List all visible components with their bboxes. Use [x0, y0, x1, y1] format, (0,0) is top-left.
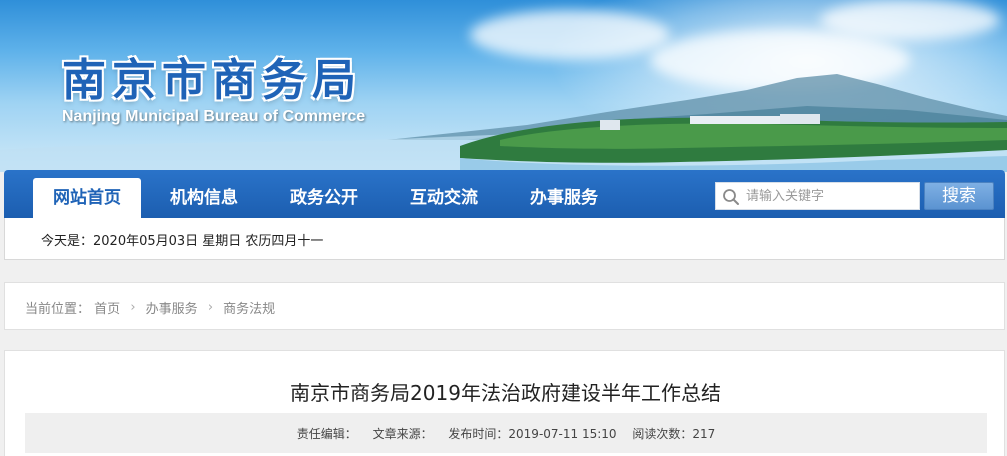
- nav-item-government-affairs[interactable]: 政务公开: [274, 178, 374, 218]
- search-box: [715, 182, 920, 210]
- site-banner: 南京市商务局 Nanjing Municipal Bureau of Comme…: [0, 0, 1007, 172]
- site-title-english: Nanjing Municipal Bureau of Commerce: [62, 108, 366, 125]
- date-bar: 今天是：2020年05月03日 星期日 农历四月十一: [4, 218, 1005, 260]
- search-input[interactable]: [746, 183, 916, 209]
- article-source: 文章来源：: [372, 427, 433, 441]
- search-button[interactable]: 搜索: [924, 182, 994, 210]
- site-title-chinese: 南京市商务局: [62, 55, 362, 106]
- cloud: [470, 10, 670, 60]
- nav-item-home[interactable]: 网站首页: [33, 178, 141, 218]
- cloud: [820, 0, 1000, 40]
- breadcrumb-commerce-regulations[interactable]: 商务法规: [223, 298, 275, 317]
- nav-item-services[interactable]: 办事服务: [514, 178, 614, 218]
- breadcrumb-prefix: 当前位置：: [25, 302, 91, 317]
- article-editor: 责任编辑：: [296, 427, 357, 441]
- search-icon: [723, 189, 739, 205]
- current-date: 今天是：2020年05月03日 星期日 农历四月十一: [41, 234, 324, 249]
- article-title: 南京市商务局2019年法治政府建设半年工作总结: [290, 381, 721, 405]
- main-nav: 网站首页 机构信息 政务公开 互动交流 办事服务 搜索: [4, 170, 1005, 218]
- nav-item-interaction[interactable]: 互动交流: [394, 178, 494, 218]
- nav-item-organization[interactable]: 机构信息: [154, 178, 254, 218]
- article-publish-time: 发布时间：2019-07-11 15:10: [448, 427, 617, 441]
- breadcrumb: 当前位置： 首页 › 办事服务 › 商务法规: [4, 282, 1005, 330]
- article-view-count: 阅读次数：217: [632, 427, 716, 441]
- article: 南京市商务局2019年法治政府建设半年工作总结 责任编辑： 文章来源： 发布时间…: [4, 350, 1005, 456]
- chevron-right-icon: ›: [207, 300, 214, 315]
- breadcrumb-home[interactable]: 首页: [94, 298, 120, 317]
- chevron-right-icon: ›: [130, 300, 136, 315]
- article-meta: 责任编辑： 文章来源： 发布时间：2019-07-11 15:10 阅读次数：2…: [25, 413, 987, 453]
- breadcrumb-services[interactable]: 办事服务: [146, 298, 198, 317]
